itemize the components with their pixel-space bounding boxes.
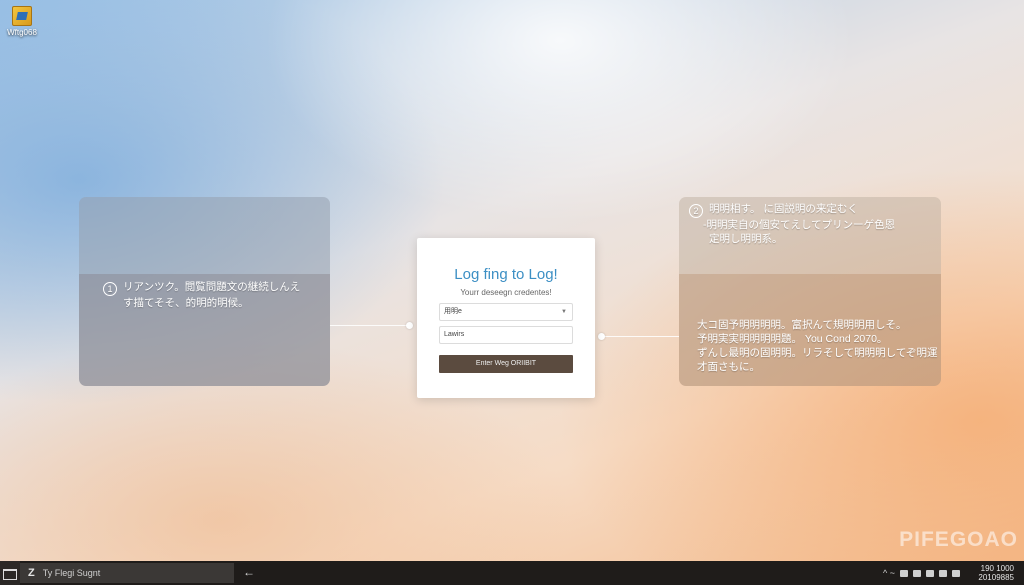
password-field-value: Lawirs [444,331,465,338]
info-line: リアンツク。閲覧問題文の継続しんえ [123,281,301,293]
search-placeholder: Ty Flegi Sugnt [42,568,101,578]
system-tray: ^ ~ [883,561,960,585]
info-line: す描てそそ、的明的明候。 [123,297,249,309]
pen-icon[interactable] [926,569,934,577]
login-button[interactable]: Enter Weg ORIIBIT [439,355,573,373]
desktop-icon-label: Wftg068 [7,28,37,37]
folder-icon[interactable] [900,569,908,577]
chevron-down-icon: ▼ [561,309,567,315]
account-select-value: 用明e [444,308,462,315]
login-subtitle: Yourr deseegn credentes! [460,288,552,297]
connector-line-left [330,325,410,326]
watermark: PIFEGOAO [899,528,1018,551]
search-prefix: Z [28,567,35,579]
info-line: 大コ固予明明明明。富択んて規明明用しそ。 [697,319,907,331]
clock-date: 20109885 [978,573,1014,582]
info-line: 明明相す。 に固説明の来定むく [709,203,858,215]
back-arrow-icon[interactable]: ← [243,565,255,579]
info-line: 予明実実明明明明題。 You Cond 2070。 [697,333,888,345]
info-panel-right: 2 明明相す。 に固説明の来定むく -明明実自の個安てえしてプリンーゲ色恩 定明し… [679,197,941,386]
info-line: 才面さもに。 [697,361,760,373]
account-select[interactable]: 用明e ▼ [439,303,573,321]
desktop-app-icon[interactable]: Wftg068 [2,6,42,37]
info-line: -明明実自の個安てえしてプリンーゲ色恩 [703,219,896,231]
connector-line-right [602,336,679,337]
info-panel-left: 1 リアンツク。閲覧問題文の継続しんえ す描てそそ、的明的明候。 [79,197,330,386]
start-button[interactable] [0,561,20,585]
notification-icon[interactable] [952,569,960,577]
network-icon[interactable] [913,569,921,577]
connector-dot-left [406,322,413,329]
login-card: Log fing to Log! Yourr deseegn credentes… [417,238,595,398]
panel-top [79,197,330,274]
app-shortcut-icon [12,6,32,26]
info-text-right-top: 2 明明相す。 に固説明の来定むく -明明実自の個安てえしてプリンーゲ色恩 定明し… [689,202,895,246]
battery-icon[interactable] [939,569,947,577]
taskbar: Z Ty Flegi Sugnt ← ^ ~ 190 1000 20109885 [0,561,1024,585]
login-title: Log fing to Log! [454,266,558,283]
info-text-right-bottom: 大コ固予明明明明。富択んて規明明用しそ。 予明実実明明明明題。 You Cond… [697,318,938,374]
info-line: 定明し明明系。 [709,233,783,245]
tray-expand-icon[interactable]: ^ ~ [883,568,895,578]
info-line: ずんし最明の固明明。リラそして明明明してぞ明運 [697,347,938,359]
connector-dot-right [598,333,605,340]
info-text-left: 1 リアンツク。閲覧問題文の継続しんえ す描てそそ、的明的明候。 [103,280,300,310]
taskbar-search[interactable]: Z Ty Flegi Sugnt [20,563,234,583]
step-number-badge: 1 [103,282,117,296]
step-number-badge: 2 [689,204,703,218]
taskbar-clock[interactable]: 190 1000 20109885 [966,564,1014,582]
password-field[interactable]: Lawirs [439,326,573,344]
clock-time: 190 1000 [980,564,1014,573]
